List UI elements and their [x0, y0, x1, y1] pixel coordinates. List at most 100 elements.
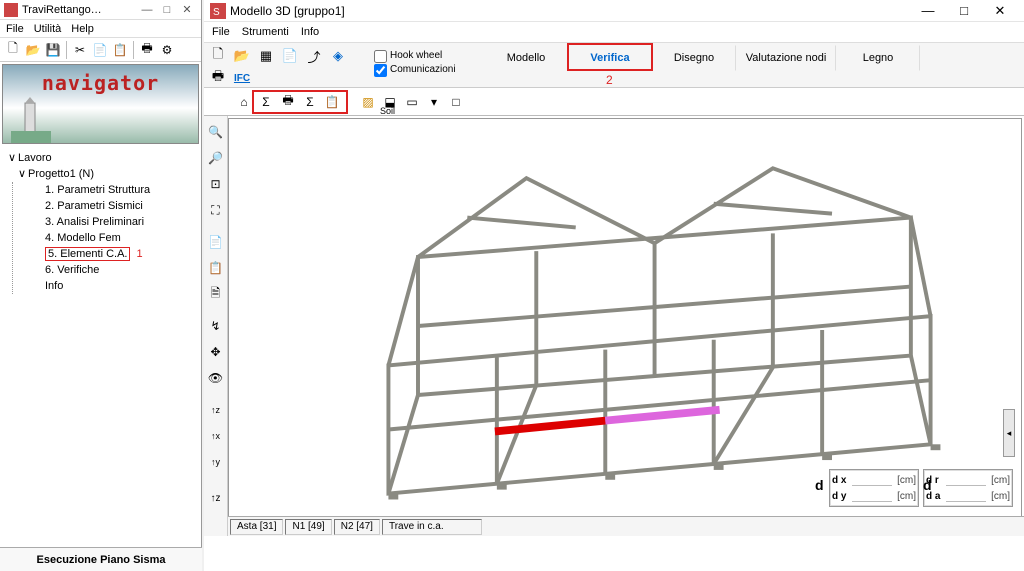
navigator-toolbar: 🗋 📂 💾 ✂ 📄 📋 🖶 ⚙	[0, 38, 201, 62]
status-n2: N2 [47]	[334, 519, 380, 535]
app-icon: S	[210, 3, 226, 19]
soil-label: Soil	[380, 106, 395, 116]
menu-help[interactable]: Help	[71, 23, 94, 35]
rect-icon[interactable]: ▭	[402, 92, 422, 112]
menu-info[interactable]: Info	[301, 26, 319, 38]
zoom-in-icon[interactable]: 🔍	[206, 122, 226, 142]
da-field[interactable]	[946, 490, 986, 502]
navigator-title: TraviRettango…	[22, 4, 137, 16]
sigma2-icon[interactable]: Σ	[300, 92, 320, 112]
zy-icon[interactable]: ↑y	[206, 452, 226, 472]
close-button[interactable]: ✕	[177, 3, 197, 16]
ribbon-file-group: 🗋 📂 ▦ 📄 ⤴ ◈ 🖶 IFC	[204, 43, 374, 87]
tab-valutazione-nodi[interactable]: Valutazione nodi	[736, 45, 836, 71]
cut-icon[interactable]: ✂	[71, 41, 89, 59]
navigator-window: TraviRettango… — □ ✕ File Utilità Help 🗋…	[0, 0, 202, 571]
status-bar: Asta [31] N1 [49] N2 [47] Trave in c.a.	[228, 516, 1024, 536]
annotation-2: 2	[606, 73, 613, 87]
new-icon[interactable]: 🗋	[4, 41, 22, 59]
app-icon	[4, 3, 18, 17]
fit-icon[interactable]: ⛶	[206, 200, 226, 220]
selected-beam-red	[495, 421, 605, 432]
zoom-window-icon[interactable]: ⊡	[206, 174, 226, 194]
navigator-banner: navigator	[2, 64, 199, 144]
diamond-icon[interactable]: ◈	[328, 47, 348, 65]
separator	[133, 41, 134, 59]
new-icon[interactable]: 🗋	[208, 47, 228, 65]
tab-disegno[interactable]: Disegno	[652, 45, 736, 71]
menu-file[interactable]: File	[212, 26, 230, 38]
main-window: S Modello 3D [gruppo1] — □ ✕ File Strume…	[204, 0, 1024, 571]
z-axis-icon[interactable]: ↑z	[206, 488, 226, 508]
home-icon[interactable]: ⌂	[234, 92, 254, 112]
tree-item-elementi-ca[interactable]: 5. Elementi C.A.1	[13, 246, 197, 262]
comunicazioni-checkbox[interactable]: Comunicazioni	[374, 63, 484, 77]
copy-icon[interactable]: 📋	[206, 258, 226, 278]
sigma1-icon[interactable]: Σ	[256, 92, 276, 112]
menu-strumenti[interactable]: Strumenti	[242, 26, 289, 38]
minimize-button[interactable]: —	[910, 0, 946, 22]
view-icon[interactable]: 👁	[206, 368, 226, 388]
close-button[interactable]: ✕	[982, 0, 1018, 22]
ifc-button[interactable]: IFC	[232, 69, 252, 87]
tree-item-info[interactable]: Info	[13, 278, 197, 294]
dropdown-icon[interactable]: ▾	[424, 92, 444, 112]
yx-icon[interactable]: ↑x	[206, 426, 226, 446]
status-desc: Trave in c.a.	[382, 519, 482, 535]
axis-icon[interactable]: ↯	[206, 316, 226, 336]
coord-collapse-handle[interactable]: ◂	[1003, 409, 1015, 457]
maximize-button[interactable]: □	[157, 4, 177, 16]
tree-item-analisi-preliminari[interactable]: 3. Analisi Preliminari	[13, 214, 197, 230]
copy-icon[interactable]: 📋	[322, 92, 342, 112]
ribbon-tabs: Modello Verifica Disegno Valutazione nod…	[484, 43, 1024, 87]
coord-box-left: d x[cm] d y[cm]	[829, 469, 919, 507]
xz-icon[interactable]: ↑z	[206, 400, 226, 420]
print-icon[interactable]: 🖶	[138, 41, 156, 59]
copy-icon[interactable]: 📄	[91, 41, 109, 59]
hook-wheel-checkbox[interactable]: Hook wheel	[374, 49, 484, 63]
tree-root[interactable]: ∨Lavoro	[4, 150, 197, 166]
open-icon[interactable]: 📂	[232, 47, 252, 65]
vertical-toolbar: 🔍 🔎 ⊡ ⛶ 📄 📋 🗎 ↯ ✥ 👁 ↑z ↑x ↑y ↑z	[204, 116, 228, 536]
navigator-titlebar: TraviRettango… — □ ✕	[0, 0, 201, 20]
tree-item-parametri-struttura[interactable]: 1. Parametri Struttura	[13, 182, 197, 198]
footer-text: Esecuzione Piano Sisma	[37, 554, 166, 566]
print-icon[interactable]: 🖶	[208, 69, 228, 87]
minimize-button[interactable]: —	[137, 4, 157, 16]
paste-icon[interactable]: 📋	[111, 41, 129, 59]
square-icon[interactable]: □	[446, 92, 466, 112]
menu-utilita[interactable]: Utilità	[34, 23, 62, 35]
tab-modello[interactable]: Modello	[484, 45, 568, 71]
canvas-area: 🔍 🔎 ⊡ ⛶ 📄 📋 🗎 ↯ ✥ 👁 ↑z ↑x ↑y ↑z	[204, 116, 1024, 536]
navigator-footer: Esecuzione Piano Sisma	[0, 547, 202, 571]
move-icon[interactable]: ✥	[206, 342, 226, 362]
color-icon[interactable]: ▨	[358, 92, 378, 112]
dy-field[interactable]	[852, 490, 892, 502]
tree-item-verifiche[interactable]: 6. Verifiche	[13, 262, 197, 278]
lighthouse-icon	[11, 93, 51, 143]
settings-icon[interactable]: ⚙	[158, 41, 176, 59]
export-icon[interactable]: ⤴	[304, 47, 324, 65]
open-icon[interactable]: 📂	[24, 41, 42, 59]
maximize-button[interactable]: □	[946, 0, 982, 22]
tree-item-modello-fem[interactable]: 4. Modello Fem	[13, 230, 197, 246]
viewport-3d[interactable]: d x[cm] d y[cm] d d r[cm] d a[cm] d ◂	[228, 118, 1022, 534]
dr-field[interactable]	[946, 474, 986, 486]
selected-beam-magenta	[605, 410, 719, 421]
menu-file[interactable]: File	[6, 23, 24, 35]
doc-icon[interactable]: 🗎	[206, 284, 226, 304]
banner-text: navigator	[42, 71, 159, 95]
tree-item-parametri-sismici[interactable]: 2. Parametri Sismici	[13, 198, 197, 214]
tab-legno[interactable]: Legno	[836, 45, 920, 71]
coord-box-right: d r[cm] d a[cm]	[923, 469, 1013, 507]
doc-icon[interactable]: 📄	[280, 47, 300, 65]
tab-verifica[interactable]: Verifica	[568, 45, 652, 71]
zoom-out-icon[interactable]: 🔎	[206, 148, 226, 168]
print-icon[interactable]: 🖶	[278, 92, 298, 112]
grid-icon[interactable]: ▦	[256, 47, 276, 65]
status-n1: N1 [49]	[285, 519, 331, 535]
save-icon[interactable]: 💾	[44, 41, 62, 59]
tree-project[interactable]: ∨Progetto1 (N)	[4, 166, 197, 182]
layer-icon[interactable]: 📄	[206, 232, 226, 252]
dx-field[interactable]	[852, 474, 892, 486]
